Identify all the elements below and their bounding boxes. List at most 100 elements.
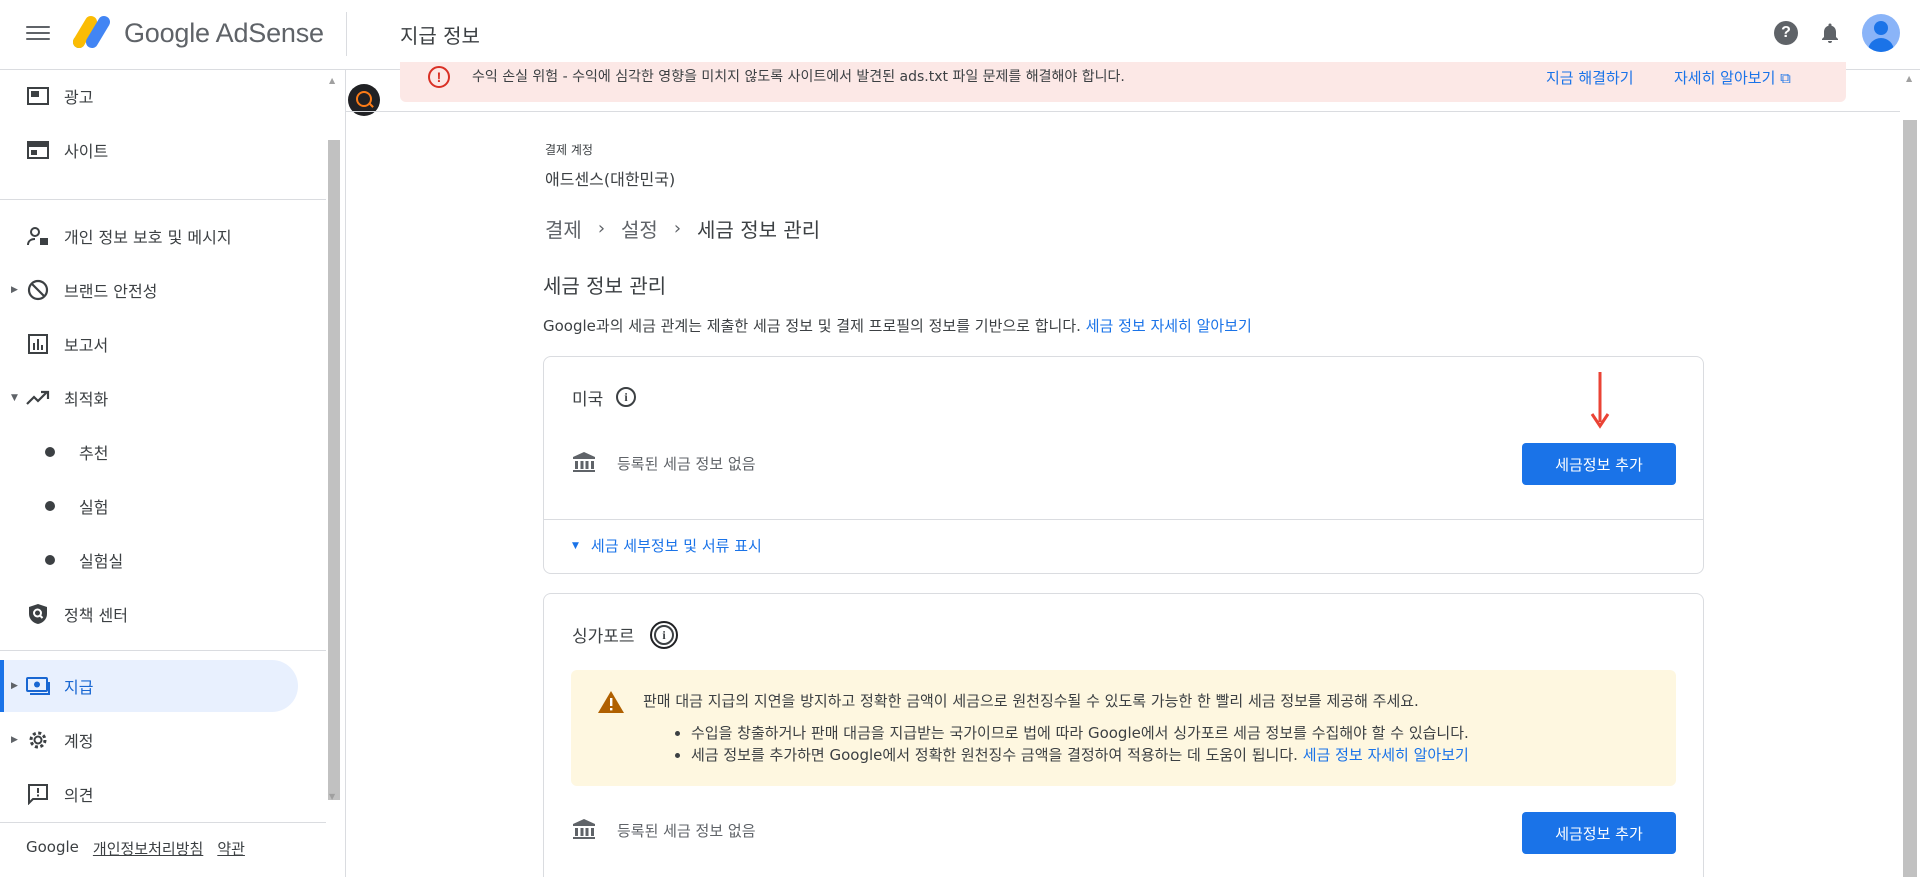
sidebar-item-privacy-messaging[interactable]: 개인 정보 보호 및 메시지 <box>0 210 298 262</box>
sidebar-item-recommendations[interactable]: 추천 <box>0 426 298 478</box>
sidebar-item-payments[interactable]: ▶ 지급 <box>0 660 298 712</box>
top-app-bar: Google AdSense 지급 정보 ? <box>0 0 1920 70</box>
sidebar-item-label: 정책 센터 <box>64 606 128 625</box>
sidebar-item-label: 사이트 <box>64 142 109 161</box>
chevron-right-icon: › <box>673 218 682 239</box>
breadcrumb-settings[interactable]: 설정 <box>621 214 658 243</box>
add-tax-info-button-us[interactable]: 세금정보 추가 <box>1522 443 1676 485</box>
block-icon <box>26 278 50 302</box>
notifications-bell-icon[interactable] <box>1818 21 1842 45</box>
sidebar-item-label: 의견 <box>64 786 94 805</box>
warning-heading: 판매 대금 지급의 지연을 방지하고 정확한 금액이 세금으로 원천징수될 수 … <box>643 692 1419 710</box>
error-icon: ! <box>428 66 450 88</box>
ads-txt-alert-banner: ! 수익 손실 위험 - 수익에 심각한 영향을 미치지 않도록 사이트에서 발… <box>400 62 1846 102</box>
shield-search-icon <box>26 602 50 626</box>
sidebar-item-ads[interactable]: 광고 <box>0 70 298 122</box>
country-name-singapore: 싱가포르 <box>572 627 635 647</box>
expand-caret-icon: ▶ <box>11 285 18 295</box>
person-lock-icon <box>26 224 50 248</box>
payment-account-value: 애드센스(대한민국) <box>545 170 676 189</box>
sidebar-item-labs[interactable]: 실험실 <box>0 534 298 586</box>
help-icon[interactable]: ? <box>1774 21 1798 45</box>
tax-learn-more-link[interactable]: 세금 정보 자세히 알아보기 <box>1086 317 1252 335</box>
tax-warning-box: 판매 대금 지급의 지연을 방지하고 정확한 금액이 세금으로 원천징수될 수 … <box>571 670 1676 786</box>
open-in-new-icon: ⧉ <box>1780 69 1791 87</box>
sidebar-item-label: 광고 <box>64 88 94 107</box>
sidebar-item-sites[interactable]: 사이트 <box>0 124 298 176</box>
no-tax-info-text: 등록된 세금 정보 없음 <box>617 822 756 840</box>
expand-caret-icon: ▶ <box>11 681 18 691</box>
sidebar-item-experiments[interactable]: 실험 <box>0 480 298 532</box>
main-menu-icon[interactable] <box>26 22 50 46</box>
singapore-tax-card: 싱가포르 i 판매 대금 지급의 지연을 방지하고 정확한 금액이 세금으로 원… <box>543 593 1704 877</box>
add-tax-info-button-singapore[interactable]: 세금정보 추가 <box>1522 812 1676 854</box>
sidebar-divider <box>0 199 326 200</box>
header-divider <box>346 12 347 56</box>
sidebar-item-label: 개인 정보 보호 및 메시지 <box>64 228 232 247</box>
sites-icon <box>26 138 50 162</box>
footer-google-label: Google <box>26 838 79 856</box>
fix-now-link[interactable]: 지금 해결하기 <box>1546 67 1634 88</box>
gear-icon <box>26 728 50 752</box>
ads-icon <box>26 84 50 108</box>
adsense-logo-icon <box>73 16 110 48</box>
trending-up-icon <box>26 386 50 410</box>
warning-bullet: 수입을 창출하거나 판매 대금을 지급받는 국가이므로 법에 따라 Google… <box>691 722 1469 744</box>
brand-name: Google AdSense <box>124 18 324 48</box>
sidebar-item-brand-safety[interactable]: ▶ 브랜드 안전성 <box>0 264 298 316</box>
sidebar-item-label: 실험 <box>79 498 109 517</box>
sidebar-item-label: 실험실 <box>79 552 124 571</box>
breadcrumb-current: 세금 정보 관리 <box>697 218 821 242</box>
scrollbar-thumb[interactable] <box>1903 120 1917 877</box>
scroll-up-arrow-icon[interactable]: ▲ <box>1906 74 1912 83</box>
feedback-icon <box>26 782 50 806</box>
scroll-up-arrow-icon[interactable]: ▲ <box>329 76 335 85</box>
tax-learn-more-link[interactable]: 세금 정보 자세히 알아보기 <box>1303 746 1469 764</box>
no-tax-info-text: 등록된 세금 정보 없음 <box>617 455 756 473</box>
sidebar-divider <box>0 822 326 823</box>
info-icon[interactable]: i <box>650 621 678 649</box>
bullet-dot-icon <box>45 447 55 457</box>
us-tax-card: 미국 i 등록된 세금 정보 없음 세금정보 추가 ▼ 세금 세부정보 및 서류… <box>543 356 1704 574</box>
account-avatar[interactable] <box>1862 14 1900 52</box>
sidebar-nav: 광고 사이트 개인 정보 보호 및 메시지 ▶ 브랜드 안전성 보고서 ▼ 최적… <box>0 70 346 877</box>
chevron-right-icon: › <box>597 218 606 239</box>
sidebar-item-optimization[interactable]: ▼ 최적화 <box>0 372 298 424</box>
expand-caret-icon: ▶ <box>11 735 18 745</box>
page-title: 지급 정보 <box>400 24 480 48</box>
sidebar-divider <box>0 650 326 651</box>
bullet-dot-icon <box>45 501 55 511</box>
sidebar-item-reports[interactable]: 보고서 <box>0 318 298 370</box>
warning-triangle-icon <box>598 691 624 713</box>
country-name-us: 미국 <box>572 390 604 410</box>
sidebar-item-label: 보고서 <box>64 336 109 355</box>
alert-message: 수익 손실 위험 - 수익에 심각한 영향을 미치지 않도록 사이트에서 발견된… <box>472 69 1125 85</box>
sidebar-item-account[interactable]: ▶ 계정 <box>0 714 298 766</box>
scrollbar-thumb[interactable] <box>328 140 340 800</box>
terms-link[interactable]: 약관 <box>217 838 245 859</box>
sidebar-item-label: 브랜드 안전성 <box>64 282 158 301</box>
sidebar-item-feedback[interactable]: 의견 <box>0 768 298 820</box>
sidebar-item-policy-center[interactable]: 정책 센터 <box>0 588 298 640</box>
section-description: Google과의 세금 관계는 제출한 세금 정보 및 결제 프로필의 정보를 … <box>543 315 1252 336</box>
breadcrumb-payments[interactable]: 결제 <box>545 214 582 243</box>
sidebar-footer: Google 개인정보처리방침 약관 <box>26 838 245 859</box>
learn-more-link[interactable]: 자세히 알아보기 ⧉ <box>1674 67 1791 88</box>
section-title: 세금 정보 관리 <box>543 274 667 298</box>
card-divider <box>544 519 1703 520</box>
sidebar-item-label: 지급 <box>64 678 94 697</box>
sidebar-item-label: 최적화 <box>64 390 109 409</box>
learn-more-label: 자세히 알아보기 <box>1674 69 1776 87</box>
breadcrumb: 결제 › 설정 › 세금 정보 관리 <box>545 214 820 243</box>
sidebar-scrollbar[interactable]: ▲ ▼ <box>326 70 340 806</box>
show-tax-details-toggle[interactable]: ▼ 세금 세부정보 및 서류 표시 <box>572 535 762 556</box>
bullet-dot-icon <box>45 555 55 565</box>
warning-bullet-text: 세금 정보를 추가하면 Google에서 정확한 원천징수 금액을 결정하여 적… <box>691 746 1298 764</box>
info-icon[interactable]: i <box>616 387 636 407</box>
warning-bullet: 세금 정보를 추가하면 Google에서 정확한 원천징수 금액을 결정하여 적… <box>691 744 1469 766</box>
red-down-arrow-icon <box>1590 372 1610 429</box>
bank-icon <box>573 452 595 472</box>
main-scrollbar[interactable]: ▲ <box>1900 70 1920 877</box>
scroll-down-arrow-icon[interactable]: ▼ <box>329 792 335 801</box>
privacy-policy-link[interactable]: 개인정보처리방침 <box>93 838 203 859</box>
